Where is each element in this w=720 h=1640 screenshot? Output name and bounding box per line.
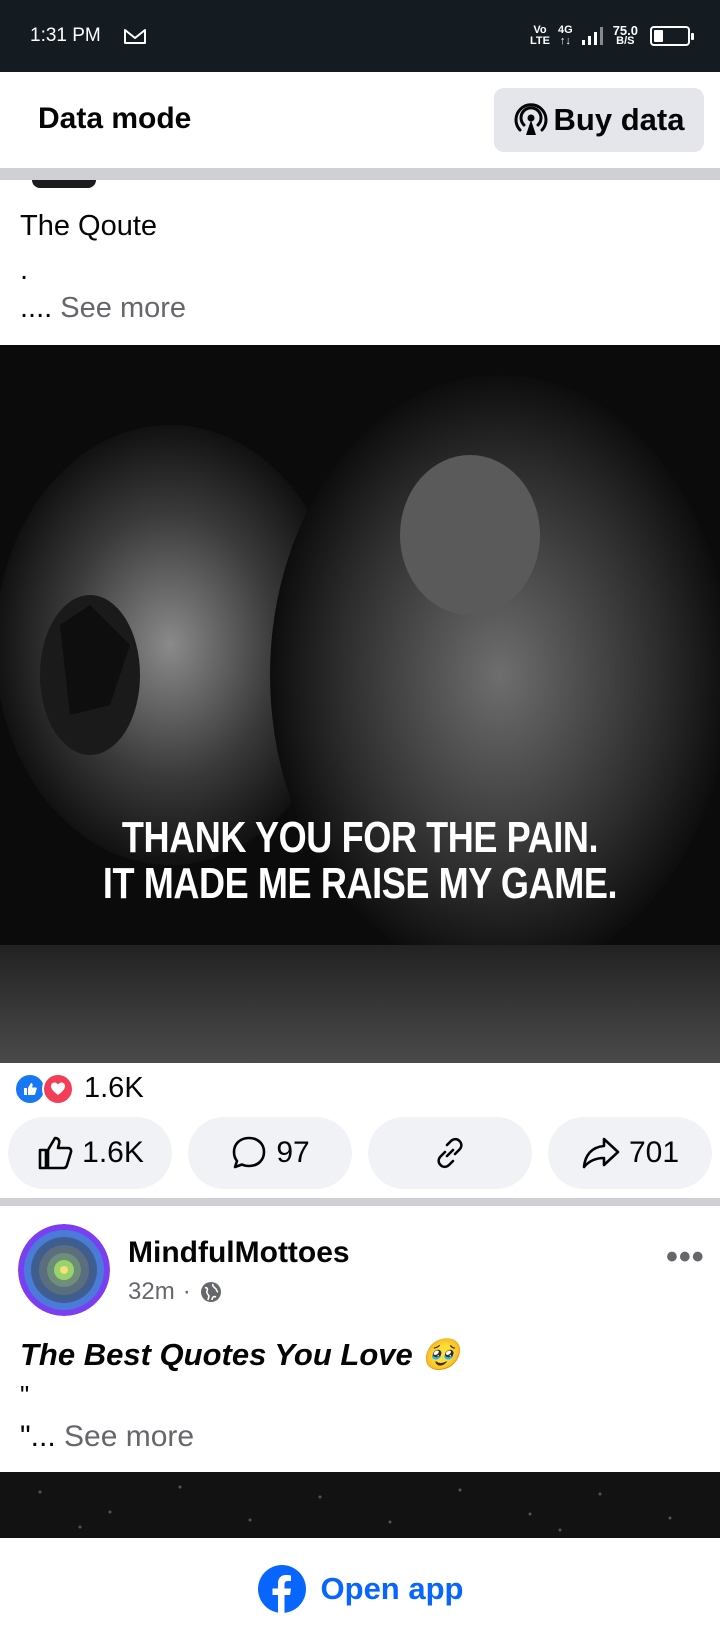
ellipsis-text: .... bbox=[20, 292, 53, 324]
image-quote-line1: THANK YOU FOR THE PAIN. bbox=[121, 813, 599, 862]
love-reaction-icon bbox=[42, 1072, 74, 1105]
data-mode-bar: Data mode Buy data bbox=[0, 72, 720, 168]
post-image[interactable]: THANK YOU FOR THE PAIN. IT MADE ME RAISE… bbox=[0, 345, 720, 1063]
buy-data-label: Buy data bbox=[553, 102, 685, 137]
status-time: 1:31 PM bbox=[30, 25, 101, 46]
open-app-bar: Open app bbox=[0, 1538, 720, 1640]
buy-data-button[interactable]: Buy data bbox=[494, 88, 704, 152]
post-quote-line: " bbox=[20, 1380, 30, 1410]
meta-separator: · bbox=[182, 1278, 191, 1305]
like-button[interactable]: 1.6K bbox=[8, 1117, 172, 1189]
post-see-more-line: "... See more bbox=[20, 1420, 194, 1454]
data-mode-title: Data mode bbox=[38, 102, 192, 135]
more-options-icon[interactable]: ••• bbox=[666, 1238, 705, 1277]
reactions-summary[interactable]: 1.6K bbox=[14, 1072, 144, 1105]
like-count: 1.6K bbox=[82, 1136, 144, 1169]
signal-icon bbox=[581, 27, 603, 45]
comment-count: 97 bbox=[276, 1136, 310, 1169]
reactions-count: 1.6K bbox=[84, 1072, 144, 1104]
image-quote-line2: IT MADE ME RAISE MY GAME. bbox=[102, 859, 618, 908]
post-time[interactable]: 32m bbox=[128, 1278, 175, 1306]
volte-indicator: Vo LTE bbox=[530, 24, 550, 47]
divider bbox=[0, 1198, 720, 1206]
avatar[interactable] bbox=[18, 1224, 110, 1316]
share-count: 701 bbox=[628, 1136, 680, 1169]
comment-icon bbox=[233, 1136, 266, 1169]
thumbs-up-icon bbox=[38, 1136, 73, 1170]
ellipsis-text: "... bbox=[20, 1420, 56, 1453]
status-bar: 1:31 PM Vo LTE 4G ↑↓ 75.0 B/S bbox=[0, 0, 720, 72]
lions-photo bbox=[0, 345, 720, 1063]
post-see-more-line: .... See more bbox=[20, 292, 186, 325]
gmail-icon bbox=[123, 29, 146, 44]
avatar[interactable] bbox=[32, 180, 96, 188]
link-icon bbox=[437, 1137, 463, 1169]
share-icon bbox=[582, 1137, 620, 1169]
network-type: 4G ↑↓ bbox=[558, 24, 573, 47]
battery-icon bbox=[650, 26, 694, 46]
open-app-button[interactable]: Open app bbox=[321, 1571, 464, 1607]
post-text-line1: The Qoute bbox=[20, 210, 158, 242]
post-title: The Best Quotes You Love 🥹 bbox=[20, 1337, 460, 1372]
avatar-image bbox=[18, 1224, 110, 1316]
broadcast-icon bbox=[514, 103, 547, 135]
post-author[interactable]: MindfulMottoes bbox=[128, 1236, 350, 1270]
preview-image bbox=[0, 1472, 720, 1538]
net-speed: 75.0 B/S bbox=[612, 23, 638, 47]
globe-icon bbox=[200, 1282, 221, 1302]
post-text-line2: . bbox=[20, 254, 29, 286]
see-more-link[interactable]: See more bbox=[64, 1420, 194, 1453]
battery-level bbox=[654, 30, 663, 42]
facebook-logo-icon[interactable] bbox=[257, 1564, 307, 1614]
see-more-link[interactable]: See more bbox=[60, 292, 186, 324]
post-meta: 32m · bbox=[128, 1278, 223, 1306]
divider bbox=[0, 168, 720, 180]
copy-link-button[interactable] bbox=[368, 1117, 532, 1189]
post-image-preview[interactable] bbox=[0, 1472, 720, 1538]
comment-button[interactable]: 97 bbox=[188, 1117, 352, 1189]
share-button[interactable]: 701 bbox=[548, 1117, 712, 1189]
